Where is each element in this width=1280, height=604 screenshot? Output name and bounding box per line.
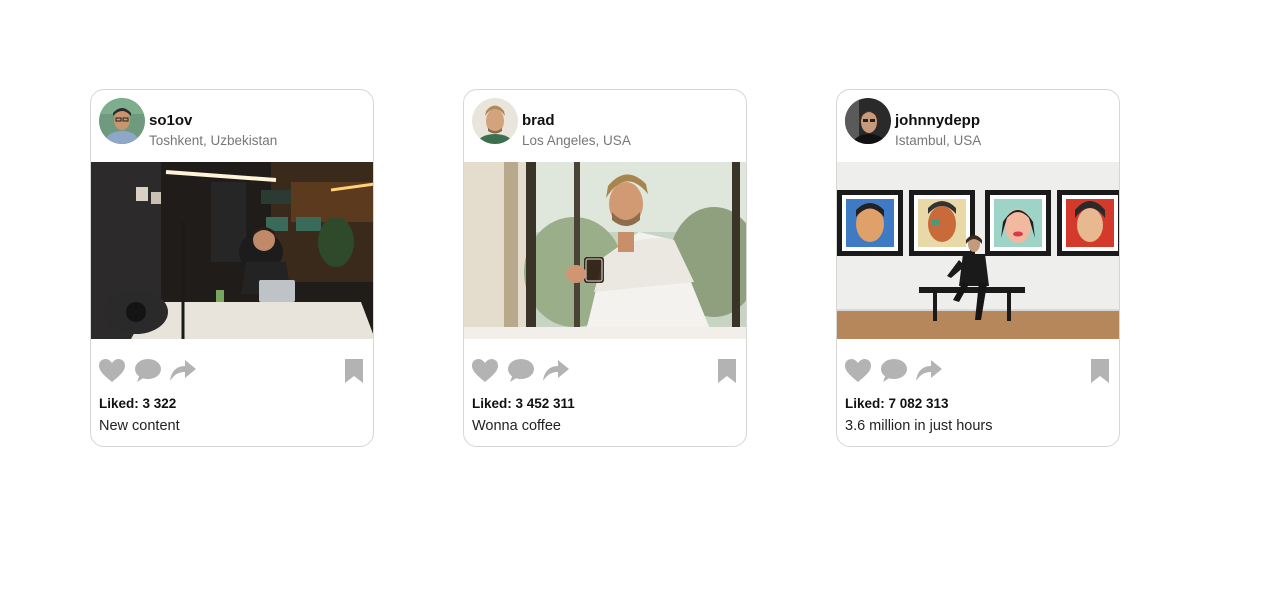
- bookmark-icon[interactable]: [344, 358, 364, 384]
- post-caption: New content: [99, 418, 180, 434]
- avatar[interactable]: [99, 98, 145, 144]
- post-header: johnnydepp Istambul, USA: [837, 90, 1119, 162]
- avatar[interactable]: [472, 98, 518, 144]
- comment-icon[interactable]: [507, 358, 535, 384]
- likes-count: Liked: 3 452 311: [472, 396, 575, 411]
- share-icon[interactable]: [915, 358, 943, 384]
- post-card: johnnydepp Istambul, USA Liked: 7 082 31…: [836, 89, 1120, 447]
- post-caption: 3.6 million in just hours: [845, 418, 993, 434]
- heart-icon[interactable]: [471, 358, 499, 384]
- post-image[interactable]: [837, 162, 1119, 339]
- heart-icon[interactable]: [98, 358, 126, 384]
- avatar[interactable]: [845, 98, 891, 144]
- comment-icon[interactable]: [134, 358, 162, 384]
- post-image[interactable]: [91, 162, 373, 339]
- comment-icon[interactable]: [880, 358, 908, 384]
- post-actions: [464, 358, 746, 386]
- username[interactable]: brad: [522, 112, 555, 129]
- heart-icon[interactable]: [844, 358, 872, 384]
- post-card: brad Los Angeles, USA Liked: 3 452 311 W…: [463, 89, 747, 447]
- share-icon[interactable]: [169, 358, 197, 384]
- likes-count: Liked: 3 322: [99, 396, 177, 411]
- post-header: brad Los Angeles, USA: [464, 90, 746, 162]
- bookmark-icon[interactable]: [717, 358, 737, 384]
- post-actions: [837, 358, 1119, 386]
- location[interactable]: Los Angeles, USA: [522, 133, 631, 148]
- post-image[interactable]: [464, 162, 746, 339]
- share-icon[interactable]: [542, 358, 570, 384]
- location[interactable]: Toshkent, Uzbekistan: [149, 133, 277, 148]
- likes-count: Liked: 7 082 313: [845, 396, 949, 411]
- post-actions: [91, 358, 373, 386]
- username[interactable]: johnnydepp: [895, 112, 980, 129]
- location[interactable]: Istambul, USA: [895, 133, 981, 148]
- post-header: so1ov Toshkent, Uzbekistan: [91, 90, 373, 162]
- post-caption: Wonna coffee: [472, 418, 561, 434]
- username[interactable]: so1ov: [149, 112, 192, 129]
- bookmark-icon[interactable]: [1090, 358, 1110, 384]
- post-card: so1ov Toshkent, Uzbekistan Liked: 3 322 …: [90, 89, 374, 447]
